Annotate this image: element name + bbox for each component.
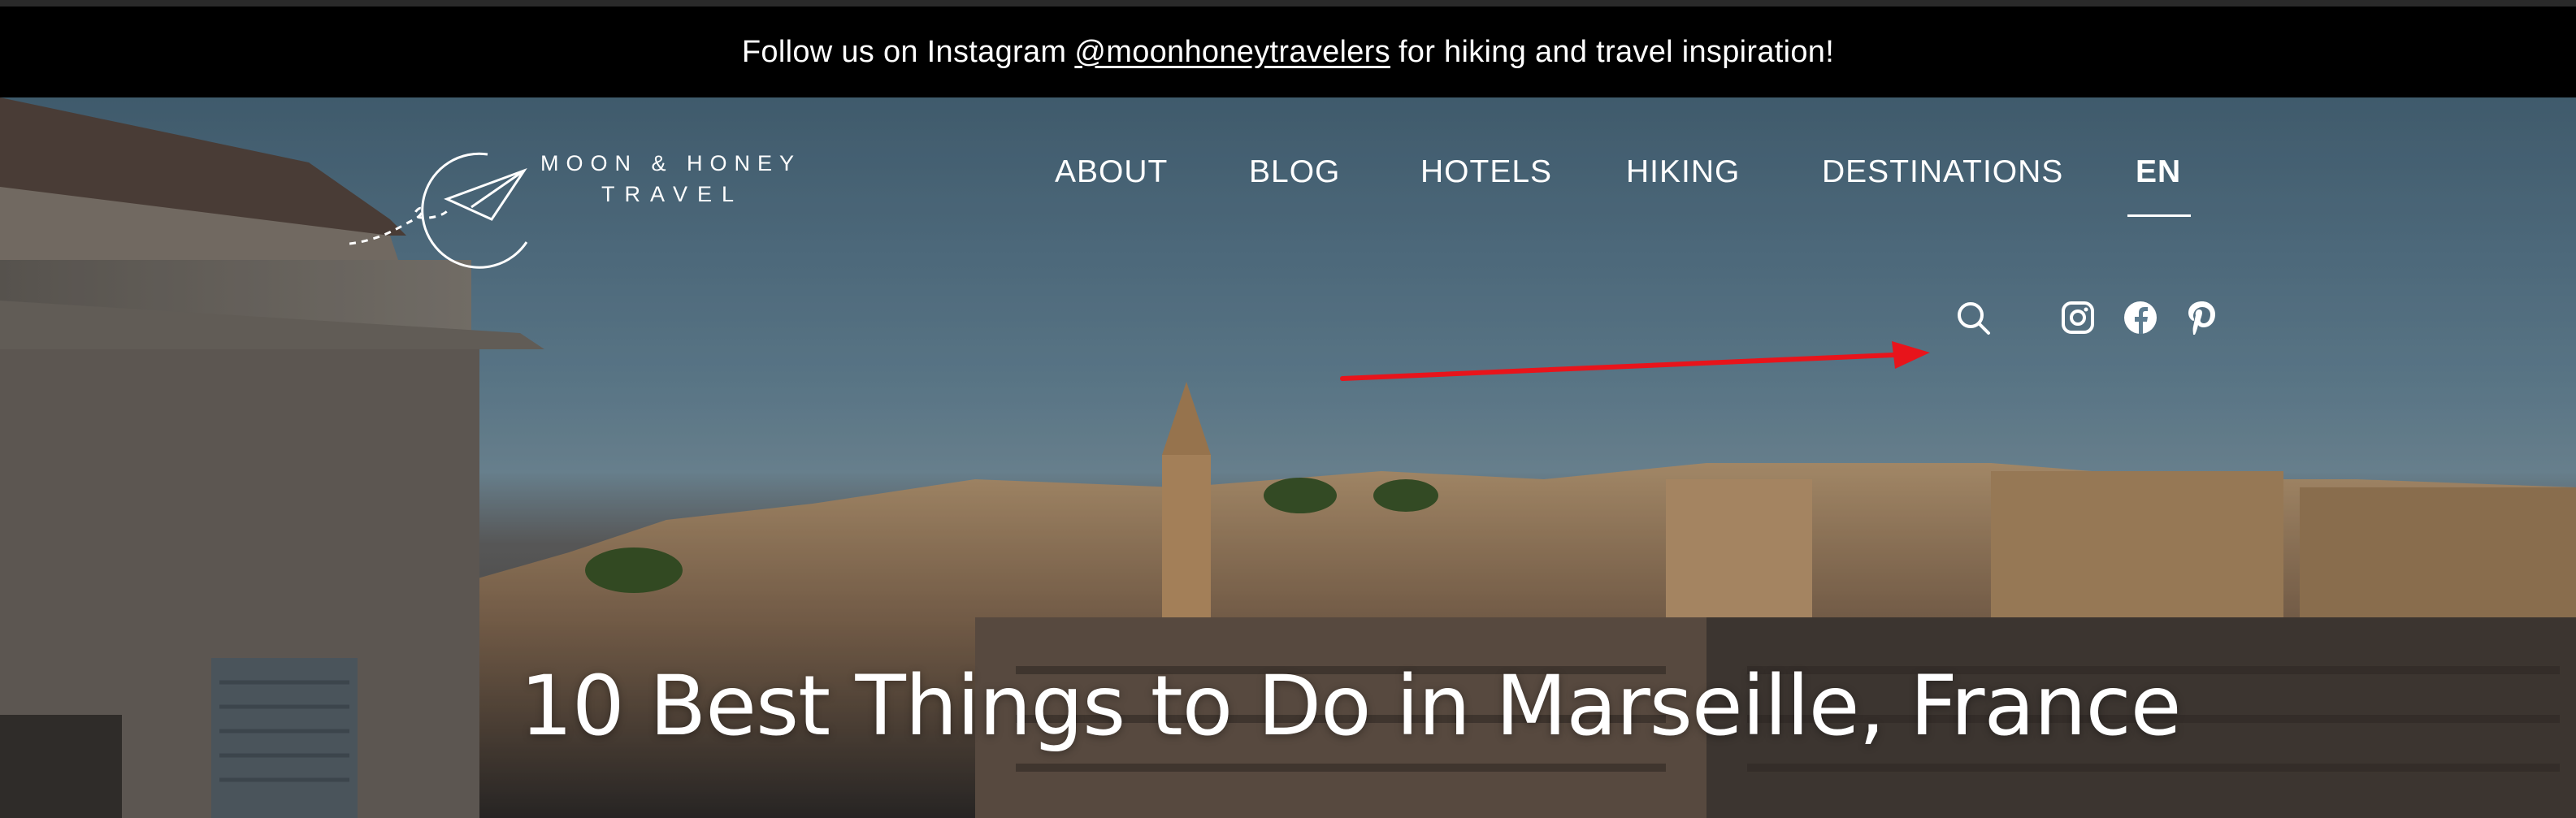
- annotation-arrow: [1340, 341, 1930, 381]
- announcement-bar: Follow us on Instagram @moonhoneytravele…: [0, 6, 2576, 97]
- facebook-icon[interactable]: [2123, 300, 2158, 335]
- announcement-prefix: Follow us on Instagram: [741, 34, 1067, 69]
- hero-banner: MOON & HONEY TRAVEL ABOUT BLOG HOTELS HI…: [0, 97, 2576, 818]
- language-selector[interactable]: EN: [2136, 154, 2181, 190]
- language-active-underline: [2127, 214, 2191, 217]
- announcement-suffix: for hiking and travel inspiration!: [1398, 34, 1835, 69]
- page-title: 10 Best Things to Do in Marseille, Franc…: [520, 658, 2181, 755]
- main-navigation: ABOUT BLOG HOTELS HIKING DESTINATIONS EN: [0, 154, 2576, 219]
- nav-item-about[interactable]: ABOUT: [1055, 154, 1168, 190]
- search-icon[interactable]: [1954, 299, 1993, 338]
- nav-item-destinations[interactable]: DESTINATIONS: [1822, 154, 2063, 190]
- pinterest-icon[interactable]: [2186, 299, 2218, 336]
- nav-item-hotels[interactable]: HOTELS: [1420, 154, 1552, 190]
- nav-item-hiking[interactable]: HIKING: [1626, 154, 1740, 190]
- instagram-handle-link[interactable]: @moonhoneytravelers: [1074, 35, 1390, 70]
- instagram-icon[interactable]: [2061, 301, 2095, 335]
- top-border: [0, 0, 2576, 6]
- nav-item-blog[interactable]: BLOG: [1249, 154, 1340, 190]
